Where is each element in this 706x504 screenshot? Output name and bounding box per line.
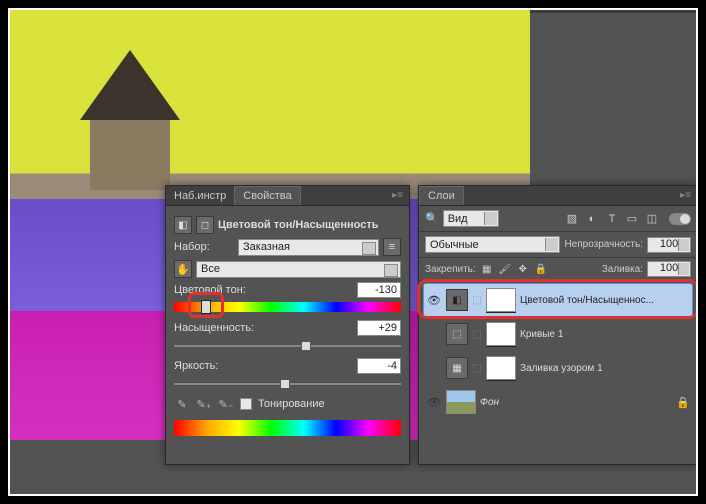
layer-mask-thumb[interactable] [486,356,516,380]
layer-name[interactable]: Цветовой тон/Насыщеннос... [520,295,690,306]
filter-search-icon[interactable]: 🔍 [425,212,439,225]
channel-select[interactable]: Все [196,261,401,278]
link-icon[interactable]: ⬚ [472,295,482,306]
layer-thumb[interactable] [446,390,476,414]
eyedropper-sub-icon[interactable]: ✎₋ [218,396,234,412]
spectrum-bar [174,420,401,436]
layer-adjust-icon: ▦ [446,357,468,379]
eyedropper-icon[interactable]: ✎ [174,396,190,412]
adjustment-title: Цветовой тон/Насыщенность [218,219,379,231]
colorize-checkbox[interactable] [240,398,252,410]
preset-select[interactable]: Заказная [238,239,379,256]
panel-menu-icon[interactable]: ▸≡ [386,190,409,201]
image-content [80,50,180,190]
layer-adjust-icon: ◧ [446,289,468,311]
layer-adjust-icon: ⬚ [446,323,468,345]
lock-icon: 🔒 [676,396,690,409]
lock-position-icon[interactable]: ✥ [516,262,530,276]
layer-row[interactable]: 👁 ◧ ⬚ Цветовой тон/Насыщеннос... [423,283,693,317]
hue-slider[interactable] [174,302,401,312]
layer-row[interactable]: ▦ ⬚ Заливка узором 1 [423,351,693,385]
link-icon[interactable]: ⬚ [472,363,482,374]
filter-smart-icon[interactable]: ◫ [643,211,661,227]
tab-properties[interactable]: Свойства [234,186,300,205]
layers-filter-row: 🔍 Вид ▧ ◐ T ▭ ◫ [419,206,697,232]
preset-label: Набор: [174,241,234,253]
hue-label: Цветовой тон: [174,284,246,296]
layer-name[interactable]: Кривые 1 [520,329,690,340]
filter-toggle[interactable] [669,213,691,225]
tab-tool-presets[interactable]: Наб.инстр [166,187,234,205]
blend-row: Обычные Непрозрачность: 100% [419,232,697,258]
lightness-label: Яркость: [174,360,218,372]
lightness-slider[interactable] [174,378,401,390]
properties-body: ◧ ◻ Цветовой тон/Насыщенность Набор: Зак… [166,206,409,442]
panel-menu-icon[interactable]: ▸≡ [674,190,697,201]
filter-shape-icon[interactable]: ▭ [623,211,641,227]
layers-list: 👁 ◧ ⬚ Цветовой тон/Насыщеннос... ⬚ ⬚ Кри… [419,281,697,421]
properties-panel: Наб.инстр Свойства ▸≡ ◧ ◻ Цветовой тон/Н… [165,185,410,465]
fill-label: Заливка: [602,264,643,275]
filter-adjust-icon[interactable]: ◐ [583,211,601,227]
lightness-input[interactable] [357,358,401,374]
lock-label: Закрепить: [425,264,476,275]
app-frame: Наб.инстр Свойства ▸≡ ◧ ◻ Цветовой тон/Н… [8,8,698,496]
eyedropper-add-icon[interactable]: ✎₊ [196,396,212,412]
layer-name[interactable]: Фон [480,397,672,408]
mask-icon[interactable]: ◻ [196,216,214,234]
opacity-label: Непрозрачность: [564,239,643,250]
layer-mask-thumb[interactable] [486,322,516,346]
layers-panel: Слои ▸≡ 🔍 Вид ▧ ◐ T ▭ ◫ Обычные Непрозра… [418,185,698,465]
filter-icons: ▧ ◐ T ▭ ◫ [563,211,661,227]
saturation-label: Насыщенность: [174,322,254,334]
filter-kind-select[interactable]: Вид [443,210,499,227]
layer-row[interactable]: ⬚ ⬚ Кривые 1 [423,317,693,351]
opacity-input[interactable]: 100% [647,237,691,253]
properties-tabbar: Наб.инстр Свойства ▸≡ [166,186,409,206]
filter-pixel-icon[interactable]: ▧ [563,211,581,227]
visibility-eye-icon[interactable]: 👁 [426,396,442,409]
lock-all-icon[interactable]: 🔒 [534,262,548,276]
filter-type-icon[interactable]: T [603,211,621,227]
scrubby-hand-icon[interactable]: ✋ [174,260,192,278]
colorize-label: Тонирование [258,398,325,410]
blend-mode-select[interactable]: Обычные [425,236,560,253]
preset-menu-button[interactable]: ≡ [383,238,401,256]
fill-input[interactable]: 100% [647,261,691,277]
lock-transparency-icon[interactable]: ▦ [480,262,494,276]
hue-input[interactable] [357,282,401,298]
layer-name[interactable]: Заливка узором 1 [520,363,690,374]
lock-row: Закрепить: ▦ 🖌 ✥ 🔒 Заливка: 100% [419,258,697,281]
saturation-input[interactable] [357,320,401,336]
visibility-eye-icon[interactable]: 👁 [426,294,442,307]
lock-paint-icon[interactable]: 🖌 [498,262,512,276]
adjustment-icon[interactable]: ◧ [174,216,192,234]
layer-mask-thumb[interactable] [486,288,516,312]
link-icon[interactable]: ⬚ [472,329,482,340]
saturation-slider[interactable] [174,340,401,352]
layer-row-background[interactable]: 👁 Фон 🔒 [423,385,693,419]
layers-tabbar: Слои ▸≡ [419,186,697,206]
canvas-area: Наб.инстр Свойства ▸≡ ◧ ◻ Цветовой тон/Н… [10,10,696,494]
tab-layers[interactable]: Слои [419,186,464,205]
